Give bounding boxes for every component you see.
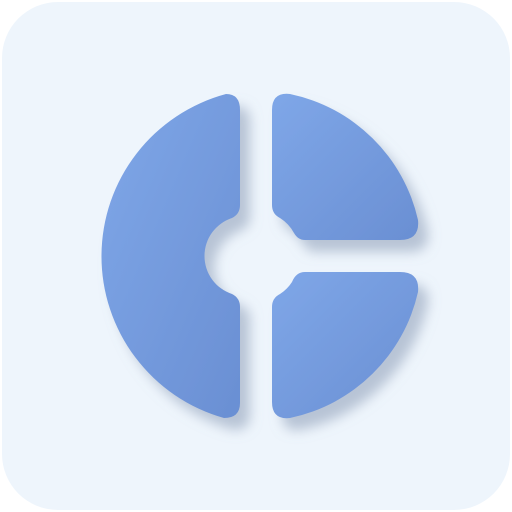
logo-bottom-right-segment xyxy=(272,272,419,419)
logo-left-segment xyxy=(101,94,241,418)
icon-canvas xyxy=(0,0,512,512)
app-logo-icon xyxy=(101,93,419,419)
logo-top-right-segment xyxy=(272,93,419,240)
